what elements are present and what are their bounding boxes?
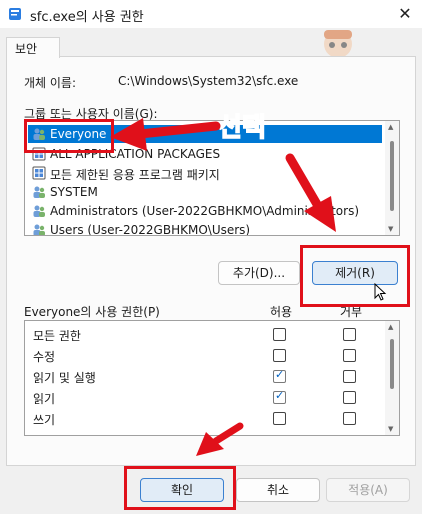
annotation-arrows	[110, 118, 336, 456]
tab-security[interactable]: 보안	[6, 37, 60, 58]
tab-security-label: 보안	[15, 42, 38, 56]
